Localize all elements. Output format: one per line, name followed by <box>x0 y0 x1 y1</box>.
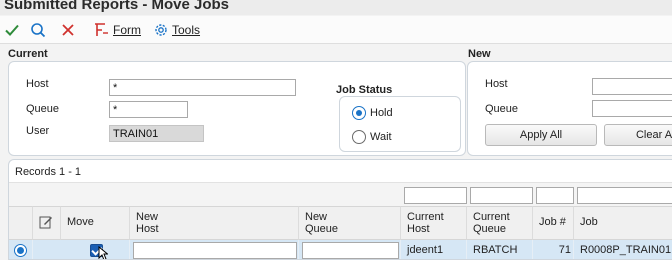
new-host-header-line1: New <box>136 211 159 223</box>
job-num-column-header[interactable]: Job # <box>533 206 574 240</box>
job-status-group: Hold Wait <box>339 96 461 152</box>
tools-menu-label: Tools <box>172 23 201 37</box>
check-icon <box>5 24 19 36</box>
current-user-field <box>109 125 204 142</box>
new-host-column-header[interactable]: New Host <box>130 206 299 240</box>
row-new-queue-input[interactable] <box>302 242 399 259</box>
row-edit-column-header <box>33 206 61 240</box>
new-panel: Host Queue Apply All Clear A <box>467 61 672 156</box>
gear-icon <box>155 24 167 36</box>
job-status-wait-radio[interactable]: Wait <box>352 130 392 144</box>
ok-button[interactable] <box>4 21 20 39</box>
radio-selected-icon <box>352 106 366 120</box>
title-bar: Submitted Reports - Move Jobs <box>0 0 672 15</box>
apply-all-button[interactable]: Apply All <box>485 124 597 146</box>
current-queue-column-header[interactable]: Current Queue <box>467 206 533 240</box>
query-by-example-row <box>9 182 672 206</box>
close-icon <box>62 24 74 36</box>
current-section-label: Current <box>8 48 48 60</box>
row-new-host-input[interactable] <box>133 242 297 259</box>
jobs-grid: Records 1 - 1 Move New Host New Queue Cu… <box>8 159 672 260</box>
new-queue-header-line2: Queue <box>305 223 339 235</box>
job-status-label: Job Status <box>336 84 393 96</box>
job-status-hold-radio[interactable]: Hold <box>352 106 393 120</box>
search-icon <box>31 23 46 38</box>
current-queue-cell: RBATCH <box>467 240 533 259</box>
current-user-label: User <box>26 125 50 137</box>
current-queue-input[interactable] <box>109 101 188 118</box>
select-column-header <box>9 206 33 240</box>
new-host-header-line2: Host <box>136 223 159 235</box>
current-host-cell: jdeent1 <box>401 240 467 259</box>
job-cell: R0008P_TRAIN01 <box>580 244 672 256</box>
find-button[interactable] <box>30 21 46 39</box>
tools-menu[interactable]: Tools <box>153 21 200 39</box>
form-icon <box>95 23 108 36</box>
new-host-cell <box>130 240 299 259</box>
current-queue-header-line1: Current <box>473 211 510 223</box>
row-select-radio[interactable] <box>9 240 33 259</box>
filter-current-host[interactable] <box>404 187 467 204</box>
job-status-wait-label: Wait <box>370 131 392 143</box>
radio-selected-icon <box>14 244 27 257</box>
job-num-cell: 71 <box>533 240 574 259</box>
move-checkbox-cell[interactable] <box>61 240 130 259</box>
current-queue-label: Queue <box>26 103 60 115</box>
job-column-header[interactable]: Job <box>574 206 672 240</box>
current-queue-header-line2: Queue <box>473 223 507 235</box>
current-host-label: Host <box>26 78 49 90</box>
job-status-hold-label: Hold <box>370 107 393 119</box>
records-count: Records 1 - 1 <box>15 166 82 178</box>
new-section-label: New <box>468 48 491 60</box>
current-host-input[interactable] <box>109 79 296 96</box>
form-menu-label: Form <box>113 23 141 37</box>
new-queue-cell <box>299 240 401 259</box>
form-menu[interactable]: Form <box>92 21 141 39</box>
current-host-column-header[interactable]: Current Host <box>401 206 467 240</box>
radio-unselected-icon <box>352 130 366 144</box>
page-title: Submitted Reports - Move Jobs <box>4 0 230 13</box>
current-host-header-line2: Host <box>407 223 430 235</box>
new-queue-label: Queue <box>485 103 519 115</box>
current-panel: Host Queue User Job Status Hold Wait <box>8 61 466 156</box>
filter-current-queue[interactable] <box>470 187 533 204</box>
new-queue-input[interactable] <box>592 100 672 117</box>
filter-job-num[interactable] <box>536 187 574 204</box>
new-host-label: Host <box>485 78 508 90</box>
new-queue-header-line1: New <box>305 211 328 223</box>
filter-job[interactable] <box>577 187 672 204</box>
clear-all-button[interactable]: Clear A <box>604 124 672 146</box>
new-queue-column-header[interactable]: New Queue <box>299 206 401 240</box>
edit-icon <box>39 216 52 229</box>
move-column-header[interactable]: Move <box>61 206 130 240</box>
current-host-header-line1: Current <box>407 211 444 223</box>
toolbar: Form Tools <box>0 16 672 44</box>
new-host-input[interactable] <box>592 78 672 95</box>
cancel-button[interactable] <box>60 21 76 39</box>
cursor-icon <box>98 246 108 259</box>
